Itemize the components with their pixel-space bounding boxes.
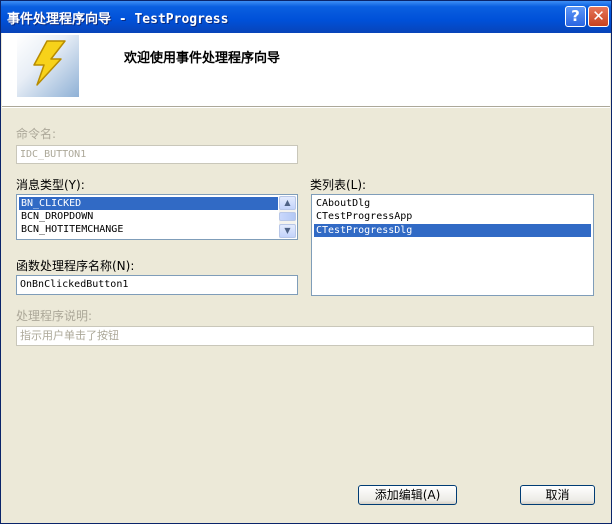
message-type-scrollbar[interactable]: ▲ ▼ [279,196,296,238]
list-item[interactable]: CTestProgressDlg [314,224,591,237]
window-title: 事件处理程序向导 - TestProgress [7,12,229,27]
close-button[interactable]: ✕ [588,6,609,27]
handler-name-label: 函数处理程序名称(N): [16,259,135,273]
list-item[interactable]: BCN_DROPDOWN [19,210,278,223]
class-list-label: 类列表(L): [310,178,367,192]
add-edit-button[interactable]: 添加编辑(A) [358,485,457,505]
list-item[interactable]: BN_CLICKED [19,197,278,210]
message-type-list[interactable]: BN_CLICKED BCN_DROPDOWN BCN_HOTITEMCHANG… [16,194,298,240]
dialog-window: 事件处理程序向导 - TestProgress ? ✕ 欢迎使用事件处理程序向导… [0,0,612,524]
help-button[interactable]: ? [565,6,586,27]
command-name-label: 命令名: [16,127,57,141]
handler-desc-label: 处理程序说明: [16,309,93,323]
lightning-bolt-icon [17,35,79,97]
title-bar[interactable]: 事件处理程序向导 - TestProgress ? ✕ [1,1,611,33]
handler-desc-field: 指示用户单击了按钮 [16,326,594,346]
class-list[interactable]: CAboutDlg CTestProgressApp CTestProgress… [311,194,594,296]
scroll-thumb[interactable] [279,212,296,221]
message-type-label: 消息类型(Y): [16,178,85,192]
scroll-up-icon[interactable]: ▲ [279,196,296,210]
list-item[interactable]: CAboutDlg [314,197,591,210]
cancel-button[interactable]: 取消 [520,485,595,505]
list-item[interactable]: CTestProgressApp [314,210,591,223]
handler-name-input[interactable]: OnBnClickedButton1 [16,275,298,295]
list-item[interactable]: BCN_HOTITEMCHANGE [19,223,278,236]
scroll-down-icon[interactable]: ▼ [279,224,296,238]
wizard-title: 欢迎使用事件处理程序向导 [124,51,281,66]
header-divider-highlight [2,107,610,108]
command-name-field: IDC_BUTTON1 [16,145,298,164]
wizard-header: 欢迎使用事件处理程序向导 [2,33,610,106]
